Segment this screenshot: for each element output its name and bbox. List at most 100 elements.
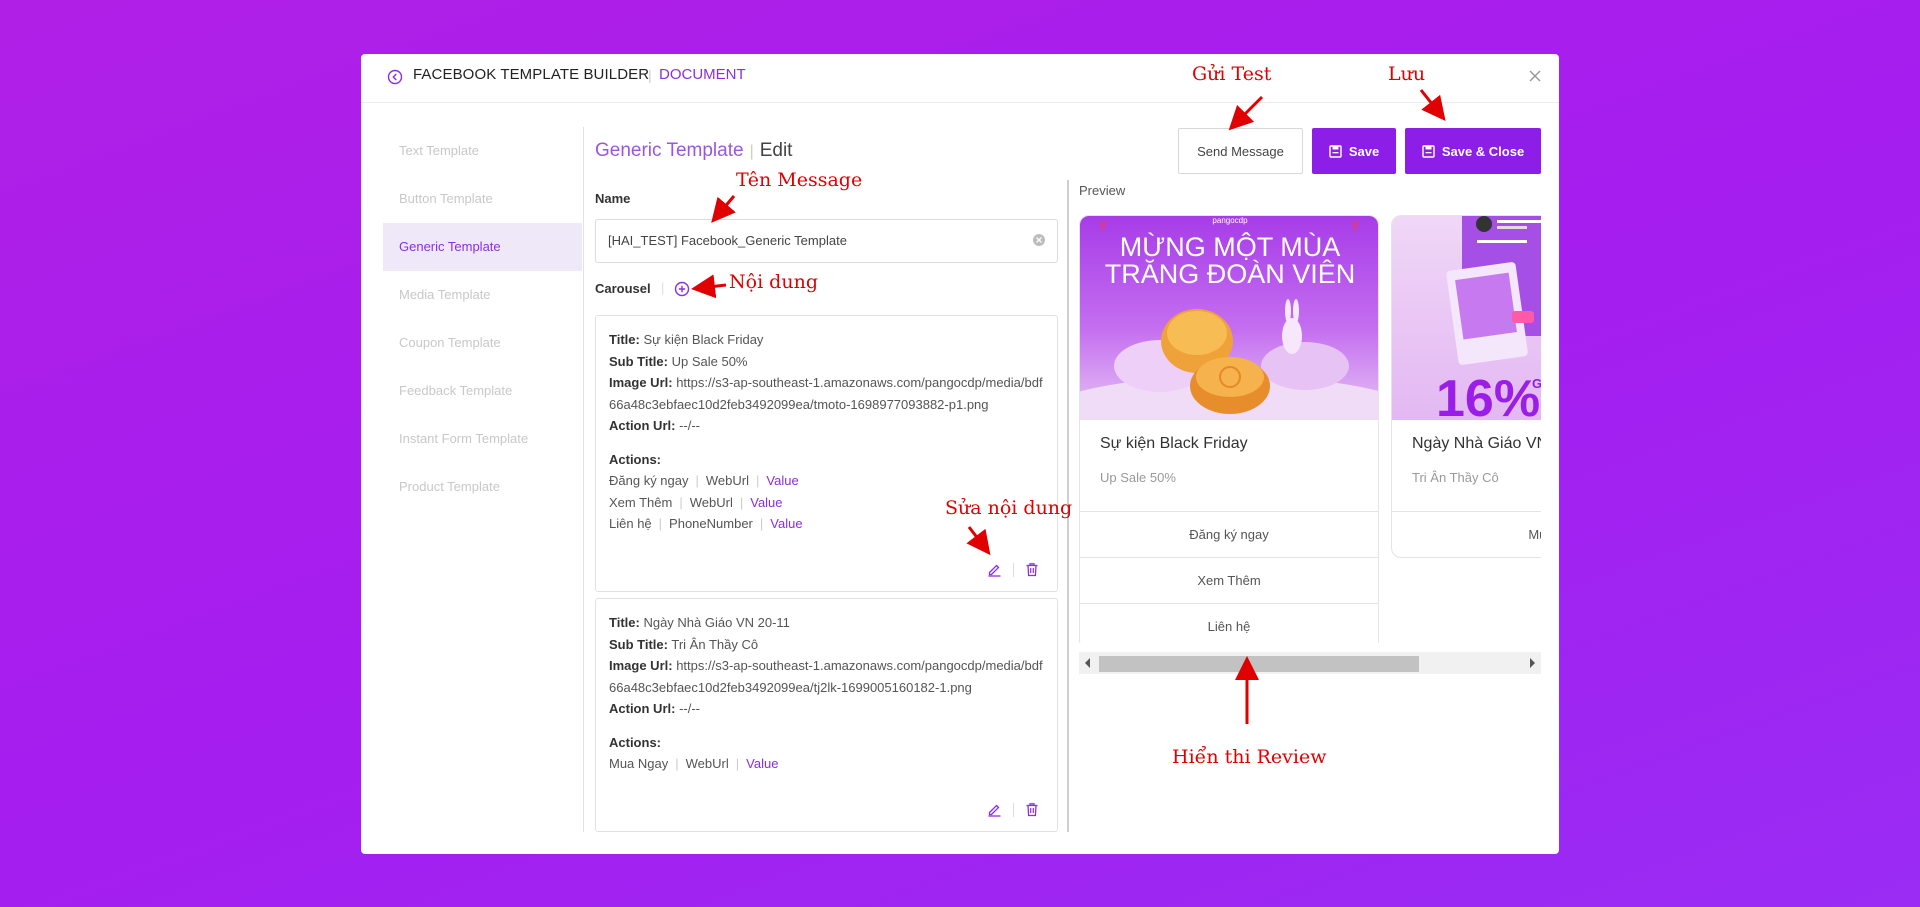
scroll-right-arrow-icon[interactable] (1527, 657, 1537, 669)
preview-card-title: Ngày Nhà Giáo VN (1412, 435, 1541, 452)
breadcrumb-generic-template[interactable]: Generic Template (595, 140, 744, 161)
page-title: Generic Template | Edit (595, 140, 792, 162)
preview-label: Preview (1079, 183, 1126, 198)
card-subtitle: Tri Ân Thầy Cô (671, 636, 759, 652)
card-image-url-row: Image Url: https://s3-ap-southeast-1.ama… (609, 658, 1043, 695)
carousel-card: Title: Sự kiện Black Friday Sub Title: U… (595, 315, 1058, 592)
send-message-label: Send Message (1197, 143, 1284, 159)
sidebar-divider (583, 127, 584, 832)
card-subtitle: Up Sale 50% (671, 353, 748, 369)
tools-separator (1013, 562, 1014, 577)
breadcrumb-document[interactable]: DOCUMENT (659, 66, 746, 83)
action-value-link[interactable]: Value (770, 516, 802, 531)
breadcrumb-edit: Edit (759, 140, 793, 161)
breadcrumb-separator: | (749, 143, 754, 160)
svg-text:MỪNG MỘT MÙA: MỪNG MỘT MÙA (1120, 231, 1341, 262)
teachers-day-banner-illustration: 16% GIẢI (1436, 216, 1541, 420)
mooncake-banner-illustration: pangocdp MỪNG MỘT MÙA TRĂNG ĐOÀN VIÊN (1080, 216, 1378, 420)
card-tools (987, 562, 1039, 577)
preview-card: 16% GIẢI Ngày Nhà Giáo VN Tri Ân Thầy Cô… (1391, 215, 1541, 558)
card-subtitle-row: Sub Title: Up Sale 50% (609, 353, 748, 369)
annotation-review: Hiển thi Review (1172, 746, 1327, 768)
template-builder-modal: FACEBOOK TEMPLATE BUILDER | DOCUMENT Tex… (361, 54, 1559, 854)
action-value-link[interactable]: Value (750, 495, 782, 510)
app-title: FACEBOOK TEMPLATE BUILDER (413, 66, 650, 83)
sidebar-item-feedback-template[interactable]: Feedback Template (383, 367, 582, 415)
card-title: Sự kiện Black Friday (643, 332, 764, 347)
header-separator: | (648, 67, 652, 83)
svg-text:16%: 16% (1436, 370, 1540, 420)
clear-input-icon[interactable] (1032, 233, 1046, 247)
card-tools (987, 802, 1039, 817)
annotation-content: Nội dung (729, 271, 818, 293)
preview-button[interactable]: Xem Thêm (1080, 557, 1378, 603)
tools-separator (1013, 802, 1014, 817)
scroll-left-arrow-icon[interactable] (1083, 657, 1093, 669)
card-title-row: Title: Ngày Nhà Giáo VN 20-11 (609, 615, 790, 630)
template-type-sidebar: Text Template Button Template Generic Te… (383, 127, 582, 511)
card-title: Ngày Nhà Giáo VN 20-11 (643, 615, 790, 630)
sidebar-item-product-template[interactable]: Product Template (383, 463, 582, 511)
action-value-link[interactable]: Value (746, 756, 778, 771)
modal-header: FACEBOOK TEMPLATE BUILDER | DOCUMENT (361, 54, 1559, 103)
preview-button[interactable]: Liên hệ (1080, 603, 1378, 643)
save-label: Save (1348, 143, 1380, 159)
sidebar-item-text-template[interactable]: Text Template (383, 127, 582, 175)
preview-button[interactable]: Đăng ký ngay (1080, 511, 1378, 557)
card-subtitle-row: Sub Title: Tri Ân Thầy Cô (609, 636, 759, 652)
card-action-row: Mua Ngay | WebUrl | Value (609, 756, 779, 771)
scrollbar-thumb[interactable] (1099, 656, 1419, 672)
preview-banner-image: 16% GIẢI (1392, 216, 1541, 420)
save-icon (1422, 144, 1435, 158)
card-action-row: Đăng ký ngay | WebUrl | Value (609, 473, 799, 488)
sidebar-item-button-template[interactable]: Button Template (383, 175, 582, 223)
sidebar-item-generic-template[interactable]: Generic Template (383, 223, 582, 271)
back-circle-icon[interactable] (387, 69, 403, 85)
svg-text:pangocdp: pangocdp (1212, 216, 1248, 225)
carousel-label: Carousel (595, 281, 651, 296)
carousel-card: Title: Ngày Nhà Giáo VN 20-11 Sub Title:… (595, 598, 1058, 832)
name-label: Name (595, 191, 631, 206)
carousel-separator: | (661, 280, 665, 295)
annotation-edit-content: Sửa nội dung (945, 497, 1073, 519)
card-actions-label: Actions: (609, 734, 661, 750)
edit-pencil-icon[interactable] (987, 802, 1002, 817)
sidebar-item-instant-form-template[interactable]: Instant Form Template (383, 415, 582, 463)
save-button[interactable]: Save (1312, 128, 1396, 174)
svg-text:GIẢI: GIẢI (1532, 376, 1541, 391)
trash-icon[interactable] (1025, 802, 1039, 817)
save-and-close-label: Save & Close (1441, 143, 1525, 159)
preview-card: pangocdp MỪNG MỘT MÙA TRĂNG ĐOÀN VIÊN Sự… (1079, 215, 1379, 643)
card-title-row: Title: Sự kiện Black Friday (609, 332, 764, 347)
trash-icon[interactable] (1025, 562, 1039, 577)
preview-horizontal-scrollbar[interactable] (1079, 652, 1541, 674)
action-value-link[interactable]: Value (766, 473, 798, 488)
preview-carousel: pangocdp MỪNG MỘT MÙA TRĂNG ĐOÀN VIÊN Sự… (1079, 215, 1541, 643)
preview-banner-image: pangocdp MỪNG MỘT MÙA TRĂNG ĐOÀN VIÊN (1080, 216, 1378, 420)
svg-text:TRĂNG ĐOÀN VIÊN: TRĂNG ĐOÀN VIÊN (1105, 258, 1356, 289)
close-icon[interactable] (1525, 66, 1545, 86)
card-image-url-row: Image Url: https://s3-ap-southeast-1.ama… (609, 375, 1043, 412)
card-image-url: https://s3-ap-southeast-1.amazonaws.com/… (609, 375, 1043, 412)
save-icon (1329, 144, 1342, 158)
edit-pencil-icon[interactable] (987, 562, 1002, 577)
add-circle-icon[interactable] (674, 281, 690, 297)
annotation-message-name: Tên Message (736, 169, 863, 191)
card-action-url-row: Action Url: --/-- (609, 418, 701, 433)
sidebar-item-media-template[interactable]: Media Template (383, 271, 582, 319)
preview-card-subtitle: Tri Ân Thầy Cô (1412, 470, 1499, 485)
preview-card-title: Sự kiện Black Friday (1100, 435, 1248, 452)
card-actions-label: Actions: (609, 451, 661, 467)
save-and-close-button[interactable]: Save & Close (1405, 128, 1541, 174)
preview-button[interactable]: Mua (1392, 511, 1541, 557)
annotation-save: Lưu (1388, 63, 1426, 85)
send-message-button[interactable]: Send Message (1178, 128, 1303, 174)
card-action-url: --/-- (679, 418, 701, 433)
preview-card-subtitle: Up Sale 50% (1100, 470, 1176, 485)
card-action-url: --/-- (679, 701, 701, 716)
card-image-url: https://s3-ap-southeast-1.amazonaws.com/… (609, 658, 1043, 695)
sidebar-item-coupon-template[interactable]: Coupon Template (383, 319, 582, 367)
annotation-send-test: Gửi Test (1192, 63, 1272, 85)
card-action-url-row: Action Url: --/-- (609, 701, 701, 716)
name-input[interactable]: [HAI_TEST] Facebook_Generic Template (595, 219, 1058, 263)
